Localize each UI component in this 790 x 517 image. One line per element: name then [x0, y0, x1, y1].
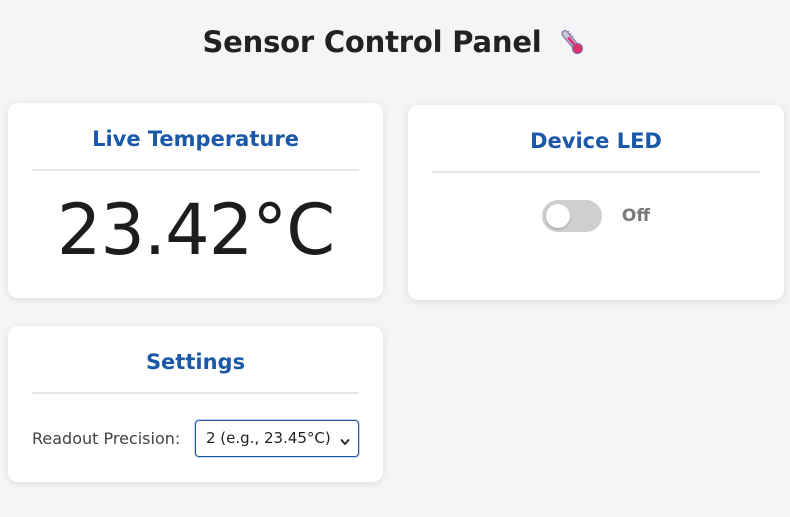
temperature-reading: 23.42°C — [56, 189, 335, 271]
precision-row: Readout Precision: 2 (e.g., 23.45°C) — [32, 419, 359, 457]
card-divider — [32, 169, 359, 171]
sensor-control-page: Sensor Control Panel Live Temperature 23… — [0, 0, 790, 517]
thermometer-icon — [556, 26, 588, 58]
live-temperature-card: Live Temperature 23.42°C — [8, 103, 383, 298]
precision-select[interactable]: 2 (e.g., 23.45°C) — [195, 419, 359, 457]
led-toggle-switch[interactable] — [541, 200, 602, 232]
header: Sensor Control Panel — [0, 20, 790, 64]
settings-card: Settings Readout Precision: 2 (e.g., 23.… — [8, 326, 383, 482]
device-led-card: Device LED Off — [408, 105, 784, 300]
live-temperature-title: Live Temperature — [92, 127, 299, 151]
led-state-label: Off — [621, 206, 651, 226]
precision-label: Readout Precision: — [32, 428, 181, 448]
led-toggle-row: Off — [408, 200, 784, 232]
toggle-knob — [545, 204, 570, 228]
chevron-down-icon — [340, 433, 350, 445]
page-title: Sensor Control Panel — [202, 25, 542, 59]
card-divider — [432, 171, 760, 173]
device-led-title: Device LED — [530, 129, 662, 153]
settings-title: Settings — [145, 350, 246, 374]
precision-selected-value: 2 (e.g., 23.45°C) — [206, 429, 331, 447]
card-divider — [32, 392, 359, 394]
